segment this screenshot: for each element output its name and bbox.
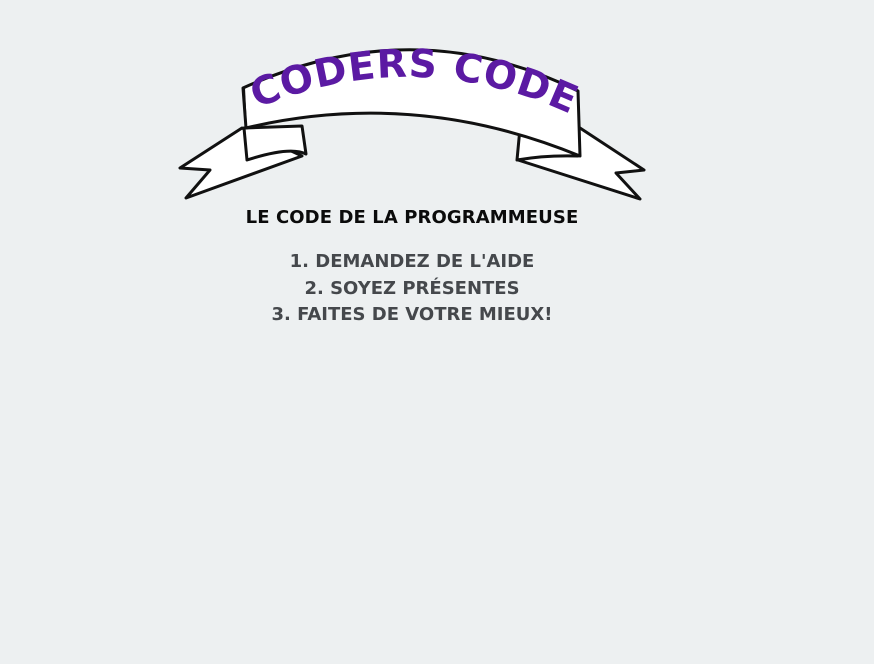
coders-code-banner: ‹CODERS CODE› — [170, 30, 660, 210]
list-item: 1. DEMANDEZ DE L'AIDE — [289, 251, 535, 272]
list-item: 3. FAITES DE VOTRE MIEUX! — [271, 304, 553, 325]
list-item: 2. SOYEZ PRÉSENTES — [304, 277, 520, 299]
coders-code-list: 1. DEMANDEZ DE L'AIDE 2. SOYEZ PRÉSENTES… — [0, 249, 824, 329]
page-title: LE CODE DE LA PROGRAMMEUSE — [245, 207, 579, 228]
page: ‹CODERS CODE› LE CODE DE LA PROGRAMMEUSE… — [0, 0, 874, 664]
ribbon-banner-icon: ‹CODERS CODE› — [170, 30, 646, 201]
